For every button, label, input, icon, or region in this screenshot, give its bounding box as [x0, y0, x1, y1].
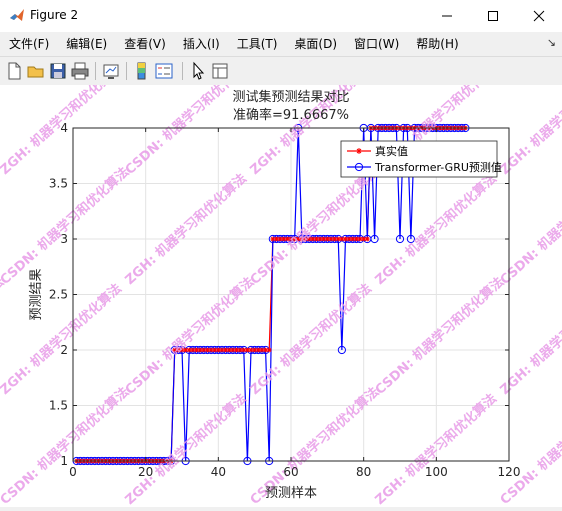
minimize-icon — [442, 15, 452, 17]
chart-subtitle: 准确率=91.6667% — [233, 107, 349, 123]
y-tick-label: 4 — [60, 121, 68, 135]
open-file-icon[interactable] — [26, 61, 46, 81]
close-button[interactable] — [516, 0, 562, 32]
link-plot-icon[interactable] — [101, 61, 121, 81]
menu-edit[interactable]: 编辑(E) — [57, 35, 115, 52]
window-title: Figure 2 — [30, 8, 79, 22]
menu-help[interactable]: 帮助(H) — [407, 35, 466, 52]
toolbar-separator — [95, 62, 96, 80]
toolbar-separator — [182, 62, 183, 80]
legend-label-prediction: Transformer-GRU预测值 — [374, 161, 502, 174]
print-icon[interactable] — [70, 61, 90, 81]
y-tick-label: 1 — [60, 454, 68, 468]
maximize-button[interactable] — [470, 0, 516, 32]
minimize-button[interactable] — [424, 0, 470, 32]
y-tick-label: 2 — [60, 343, 68, 357]
menu-insert[interactable]: 插入(I) — [174, 35, 228, 52]
menu-desktop[interactable]: 桌面(D) — [285, 35, 345, 52]
close-icon — [533, 10, 545, 22]
menu-view[interactable]: 查看(V) — [115, 35, 174, 52]
chart-title: 测试集预测结果对比 — [232, 89, 349, 105]
chart: ZGH: 机器学习和优化算法CSDN: 机器学习和优化算法ZGH: 机器学习和优… — [0, 0, 562, 508]
matlab-logo-icon — [10, 9, 24, 21]
y-tick-label: 3 — [60, 232, 68, 246]
x-tick-label: 0 — [69, 465, 77, 479]
y-axis-label: 预测结果 — [29, 268, 44, 320]
x-tick-label: 100 — [425, 465, 448, 479]
truth-point — [266, 347, 272, 353]
x-tick-label: 80 — [356, 465, 371, 479]
x-axis-label: 预测样本 — [265, 486, 317, 501]
legend-label-truth: 真实值 — [375, 144, 408, 158]
maximize-icon — [488, 11, 498, 21]
new-figure-icon[interactable] — [4, 61, 24, 81]
save-icon[interactable] — [48, 61, 68, 81]
title-bar: Figure 2 — [0, 0, 562, 33]
figure-canvas: ZGH: 机器学习和优化算法CSDN: 机器学习和优化算法ZGH: 机器学习和优… — [0, 0, 562, 508]
menu-file[interactable]: 文件(F) — [0, 35, 57, 52]
y-tick-label: 3.5 — [49, 177, 68, 191]
x-tick-label: 120 — [498, 465, 521, 479]
y-tick-label: 2.5 — [49, 288, 68, 302]
truth-point — [364, 236, 370, 242]
pointer-icon[interactable] — [188, 61, 208, 81]
legend-icon[interactable] — [154, 61, 174, 81]
property-inspector-icon[interactable] — [210, 61, 230, 81]
menu-overflow-icon[interactable]: ↘ — [547, 36, 556, 49]
menu-bar: 文件(F) 编辑(E) 查看(V) 插入(I) 工具(T) 桌面(D) 窗口(W… — [0, 32, 562, 54]
toolbar-separator — [126, 62, 127, 80]
menu-window[interactable]: 窗口(W) — [345, 35, 407, 52]
x-tick-label: 60 — [283, 465, 298, 479]
y-tick-label: 1.5 — [49, 399, 68, 413]
menu-tools[interactable]: 工具(T) — [228, 35, 286, 52]
toolbar — [0, 56, 562, 86]
x-tick-label: 20 — [138, 465, 153, 479]
x-tick-label: 40 — [211, 465, 226, 479]
colorbar-icon[interactable] — [132, 61, 152, 81]
